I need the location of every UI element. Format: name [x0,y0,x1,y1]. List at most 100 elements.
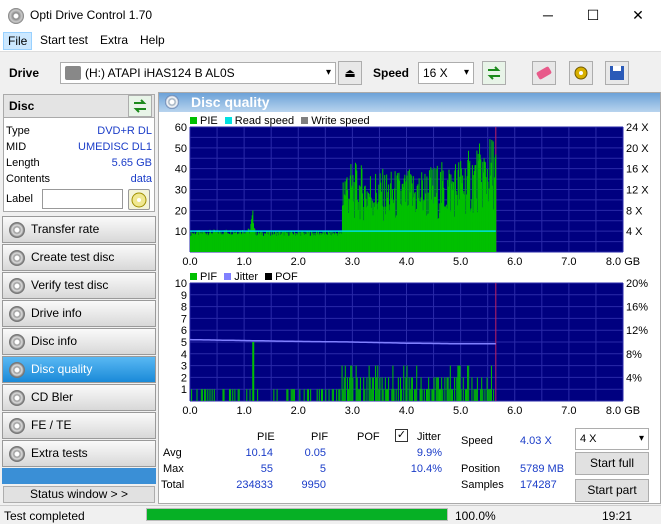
y2-tick-label: 12% [626,325,648,337]
nav-transfer-rate[interactable]: Transfer rate [2,216,156,243]
pif-bar [437,377,439,401]
pif-bar [238,389,240,401]
start-part-button[interactable]: Start part [575,479,649,502]
eject-button[interactable]: ⏏ [338,61,362,85]
pif-bar [428,377,430,401]
disc-icon [9,278,25,294]
disc-type-key: Type [6,125,30,137]
disc-icon [9,250,25,266]
nav-separator [2,468,156,484]
save-button[interactable] [605,61,629,85]
menu-extra[interactable]: Extra [96,32,132,50]
y-tick-label: 40 [175,164,187,176]
pif-bar [436,377,438,401]
nav-drive-info[interactable]: Drive info [2,300,156,327]
jitter-checkbox[interactable]: ✓ [395,429,408,442]
maximize-button[interactable]: ☐ [570,0,616,30]
disc-icon [9,418,25,434]
test-speed-select[interactable]: 4 X ▾ [575,428,649,450]
disc-label-input[interactable] [42,189,123,209]
y2-tick-label: 16 X [626,164,649,176]
menu-help[interactable]: Help [136,32,169,50]
progress-bar [146,508,448,521]
pif-bar [379,377,381,401]
y2-tick-label: 8 X [626,205,643,217]
x-tick-label: 1.0 [236,405,251,417]
y-tick-label: 10 [175,278,187,290]
pif-bar [370,389,372,401]
pif-bar [382,389,384,401]
menu-file[interactable]: File [3,32,33,50]
pif-bar [406,365,408,401]
start-full-button[interactable]: Start full [575,452,649,475]
drive-select[interactable]: (H:) ATAPI iHAS124 B AL0S ▾ [60,62,336,84]
nav-disc-quality[interactable]: Disc quality [2,356,156,383]
disc-label-button[interactable] [128,189,150,210]
nav-label: Create test disc [31,250,115,264]
disc-icon [9,390,25,406]
pif-bar [328,389,330,401]
menu-start-test[interactable]: Start test [36,32,92,50]
drive-icon [65,66,81,80]
x-tick-label: 5.0 [453,405,468,417]
pif-bar [222,389,224,401]
nav-fe-te[interactable]: FE / TE [2,412,156,439]
pif-bar [356,377,358,401]
pif-bar [387,389,389,401]
pif-bar [372,377,374,401]
pif-bar [431,389,433,401]
status-text: Test completed [4,509,85,523]
disc-refresh-button[interactable] [128,95,152,117]
floppy-disk-icon [610,66,624,80]
pif-bar [423,389,425,401]
pif-bar [342,389,344,401]
y-tick-label: 4 [181,349,187,361]
pif-bar [350,365,352,401]
refresh-speed-button[interactable] [482,61,506,85]
y-tick-label: 30 [175,185,187,197]
pif-bar [384,377,386,401]
disc-icon [9,446,25,462]
minimize-button[interactable]: ─ [525,0,571,30]
pif-bar [249,389,251,401]
x-tick-label: 7.0 [561,405,576,417]
pif-bar [482,389,484,401]
y2-tick-label: 8% [626,349,642,361]
disc-type-value: DVD+R DL [97,125,152,137]
disc-heading: Disc [9,99,35,113]
col-jitter: Jitter [417,431,441,443]
pif-bar [368,365,370,401]
x-tick-label: 3.0 [345,256,360,268]
pif-bar [395,389,397,401]
pif-bar [230,389,232,401]
nav-verify-test-disc[interactable]: Verify test disc [2,272,156,299]
disc-mid-key: MID [6,141,27,153]
refresh-arrows-icon [487,66,501,80]
nav-cd-bler[interactable]: CD Bler [2,384,156,411]
status-window-button[interactable]: Status window > > [3,486,155,503]
pif-bar [223,389,225,401]
speed-select[interactable]: 16 X ▾ [418,62,474,84]
pif-bar [346,377,348,401]
settings-button[interactable] [569,61,593,85]
pif-bar [358,389,360,401]
pif-bar [421,389,423,401]
erase-button[interactable] [532,61,556,85]
nav-extra-tests[interactable]: Extra tests [2,440,156,467]
nav-create-test-disc[interactable]: Create test disc [2,244,156,271]
pif-bar [444,377,446,401]
progress-fill [147,509,447,520]
pif-bar [435,377,437,401]
pif-bar [429,389,431,401]
nav-label: Disc info [31,334,78,348]
nav-disc-info[interactable]: Disc info [2,328,156,355]
nav-label: Drive info [31,306,82,320]
y-tick-label: 9 [181,290,187,302]
nav-label: Disc quality [31,362,93,376]
nav-label: Verify test disc [31,278,109,292]
pif-bar [459,365,461,401]
close-button[interactable]: ✕ [615,0,661,30]
pif-bar [201,389,203,401]
pif-bar [480,389,482,401]
pif-bar [378,389,380,401]
